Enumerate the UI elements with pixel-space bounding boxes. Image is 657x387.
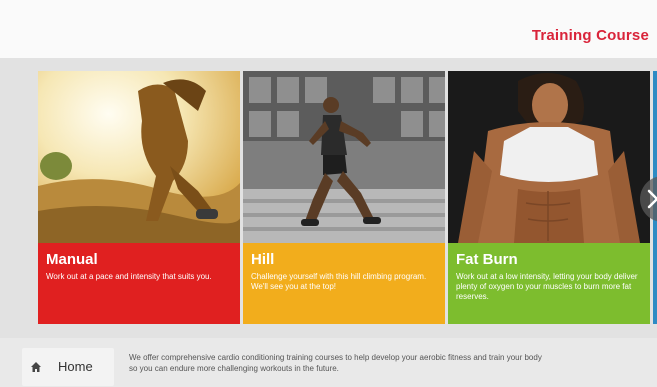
card-title: Hill [251, 251, 275, 268]
course-card-hill[interactable]: Hill Challenge yourself with this hill c… [243, 71, 445, 324]
footer-description: We offer comprehensive cardio conditioni… [129, 353, 542, 373]
fat-burn-panel: Fat Burn Work out at a low intensity, le… [448, 243, 650, 324]
manual-photo [38, 71, 240, 243]
card-description: Challenge yourself with this hill climbi… [251, 272, 427, 291]
card-description: Work out at a pace and intensity that su… [46, 272, 212, 281]
manual-panel: Manual Work out at a pace and intensity … [38, 243, 240, 324]
fat-burn-photo [448, 71, 650, 243]
header-bar: Training Course [0, 0, 657, 58]
card-title: Manual [46, 251, 98, 268]
course-card-manual[interactable]: Manual Work out at a pace and intensity … [38, 71, 240, 324]
card-description: Work out at a low intensity, letting you… [456, 272, 638, 301]
home-icon [31, 362, 41, 372]
hill-photo [243, 71, 445, 243]
hill-panel: Hill Challenge yourself with this hill c… [243, 243, 445, 324]
chevron-right-icon [647, 189, 657, 209]
card-title: Fat Burn [456, 251, 518, 268]
home-button[interactable]: Home [22, 348, 114, 386]
course-card-fat-burn[interactable]: Fat Burn Work out at a low intensity, le… [448, 71, 650, 324]
page-title: Training Course [531, 27, 649, 44]
home-label: Home [58, 359, 93, 374]
